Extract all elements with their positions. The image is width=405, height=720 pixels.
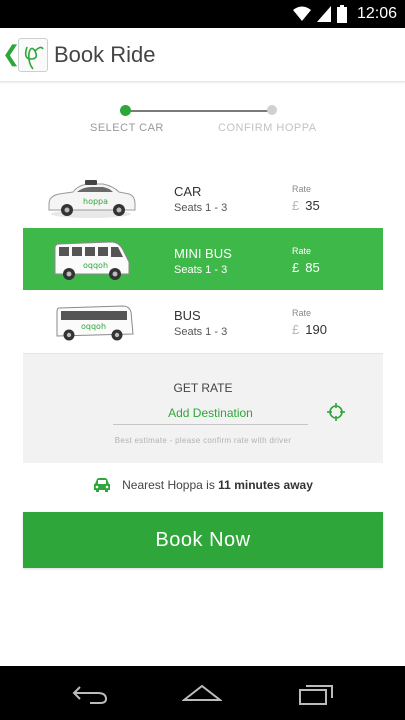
get-rate-title: GET RATE (173, 381, 233, 395)
hoppa-logo-icon (18, 38, 48, 72)
battery-icon (336, 5, 347, 23)
price-value: 190 (305, 322, 327, 337)
get-rate-panel: GET RATE Add Destination Best estimate -… (23, 353, 383, 463)
svg-text:oqqoh: oqqoh (83, 261, 108, 270)
vehicle-seats: Seats 1 - 3 (174, 202, 228, 214)
price-value: 85 (305, 260, 320, 275)
rate-price: £190 (292, 322, 327, 337)
page-title: Book Ride (54, 42, 156, 67)
car-front-icon (94, 478, 111, 492)
price-value: 35 (305, 198, 320, 213)
rate-label: Rate (292, 246, 312, 256)
minibus-image: oqqoh (54, 241, 130, 280)
vehicle-seats: Seats 1 - 3 (174, 264, 228, 276)
step-label-select-car[interactable]: SELECT CAR (90, 122, 164, 134)
currency-symbol: £ (292, 322, 300, 337)
rate-label: Rate (292, 184, 312, 194)
step-label-confirm-hoppa[interactable]: CONFIRM HOPPA (218, 122, 317, 134)
back-icon[interactable] (70, 680, 110, 706)
rate-note: Best estimate - please confirm rate with… (114, 436, 292, 445)
rate-price: £35 (292, 198, 320, 213)
progress-stepper: SELECT CAR CONFIRM HOPPA (0, 100, 405, 144)
vehicle-row-minibus[interactable]: oqqoh MINI BUS Seats 1 - 3 Rate £85 (23, 228, 383, 290)
nearest-text: Nearest Hoppa is 11 minutes away (122, 478, 313, 492)
bus-image: oqqoh (56, 305, 134, 341)
vehicle-name: CAR (174, 184, 202, 199)
status-bar: 12:06 (0, 0, 405, 28)
recents-icon[interactable] (296, 680, 336, 706)
svg-text:oqqoh: oqqoh (81, 322, 106, 331)
vehicle-name: MINI BUS (174, 246, 232, 261)
step-connector-progress (125, 110, 272, 112)
currency-symbol: £ (292, 198, 300, 213)
nearest-prefix: Nearest Hoppa is (122, 478, 215, 492)
rate-price: £85 (292, 260, 320, 275)
nearest-time: 11 minutes away (218, 478, 313, 492)
rate-label: Rate (292, 308, 312, 318)
book-now-button[interactable]: Book Now (23, 512, 383, 568)
vehicle-seats: Seats 1 - 3 (174, 326, 228, 338)
step-dot-select-car (120, 105, 131, 116)
destination-input[interactable]: Add Destination (113, 403, 308, 425)
step-dot-confirm-hoppa (267, 105, 277, 115)
currency-symbol: £ (292, 260, 300, 275)
car-image: hoppa (48, 180, 136, 218)
status-time: 12:06 (356, 5, 397, 22)
signal-icon (316, 6, 331, 22)
vehicle-row-bus[interactable]: oqqoh BUS Seats 1 - 3 Rate £190 (23, 290, 383, 352)
app-bar: ❮ Book Ride (0, 28, 405, 82)
nearest-hoppa-info: Nearest Hoppa is 11 minutes away (0, 474, 405, 496)
vehicle-name: BUS (174, 308, 201, 323)
navigation-bar (0, 666, 405, 720)
svg-text:hoppa: hoppa (83, 197, 108, 206)
vehicle-row-car[interactable]: hoppa CAR Seats 1 - 3 Rate £35 (23, 166, 383, 228)
home-icon[interactable] (182, 680, 222, 706)
crosshair-icon[interactable] (326, 402, 346, 422)
wifi-icon (292, 6, 311, 21)
vehicle-list: hoppa CAR Seats 1 - 3 Rate £35 oqqoh MIN… (23, 166, 383, 352)
